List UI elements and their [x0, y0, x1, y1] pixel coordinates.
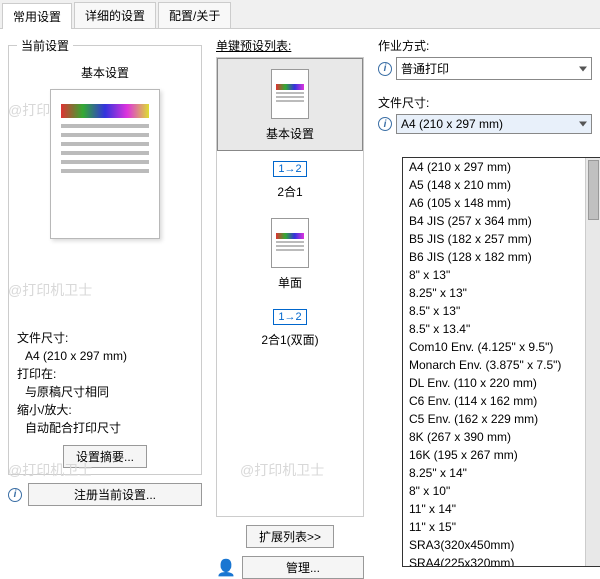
size-option[interactable]: 8.25" x 13" [403, 284, 600, 302]
tab-detail[interactable]: 详细的设置 [74, 2, 156, 28]
summary-button[interactable]: 设置摘要... [63, 445, 147, 468]
panel-current-settings: 当前设置 基本设置 文件尺寸: A4 (210 x 297 mm) 打印在: 与… [0, 29, 210, 561]
filesize-select[interactable]: A4 (210 x 297 mm) [396, 114, 592, 134]
preview-title: 基本设置 [17, 64, 193, 81]
preset-item-2in1[interactable]: 1→2 2合1 [217, 151, 363, 208]
tab-common[interactable]: 常用设置 [2, 3, 72, 29]
badge-1to2-icon: 1→2 [273, 309, 306, 325]
size-option[interactable]: B4 JIS (257 x 364 mm) [403, 212, 600, 230]
size-option[interactable]: C6 Env. (114 x 162 mm) [403, 392, 600, 410]
tab-bar: 常用设置 详细的设置 配置/关于 [0, 0, 600, 29]
preset-item-single[interactable]: 单面 [217, 208, 363, 299]
size-option[interactable]: A6 (105 x 148 mm) [403, 194, 600, 212]
size-option[interactable]: 11" x 14" [403, 500, 600, 518]
page-preview [50, 89, 160, 239]
manage-button[interactable]: 管理... [242, 556, 364, 579]
filesize-dropdown[interactable]: A4 (210 x 297 mm)A5 (148 x 210 mm)A6 (10… [402, 157, 600, 567]
size-option[interactable]: A5 (148 x 210 mm) [403, 176, 600, 194]
size-option[interactable]: 16K (195 x 267 mm) [403, 446, 600, 464]
size-option[interactable]: 8.5" x 13.4" [403, 320, 600, 338]
size-option[interactable]: 8" x 13" [403, 266, 600, 284]
info-icon[interactable]: i [378, 117, 392, 131]
size-option[interactable]: 8K (267 x 390 mm) [403, 428, 600, 446]
size-option[interactable]: 8" x 10" [403, 482, 600, 500]
expand-list-button[interactable]: 扩展列表>> [246, 525, 334, 548]
register-settings-button[interactable]: 注册当前设置... [28, 483, 202, 506]
settings-info: 文件尺寸: A4 (210 x 297 mm) 打印在: 与原稿尺寸相同 缩小/… [17, 329, 193, 437]
preset-item-2in1-duplex[interactable]: 1→2 2合1(双面) [217, 299, 363, 356]
size-option[interactable]: 8.25" x 14" [403, 464, 600, 482]
current-settings-legend: 当前设置 [17, 37, 73, 54]
panel-presets: 单键预设列表: 基本设置 1→2 2合1 单面 1→2 2合1(双面) 扩展列表… [210, 29, 370, 561]
size-option[interactable]: SRA4(225x320mm) [403, 554, 600, 567]
preset-item-basic[interactable]: 基本设置 [217, 58, 363, 151]
size-option[interactable]: DL Env. (110 x 220 mm) [403, 374, 600, 392]
badge-1to2-icon: 1→2 [273, 161, 306, 177]
size-option[interactable]: SRA3(320x450mm) [403, 536, 600, 554]
size-option[interactable]: Monarch Env. (3.875" x 7.5") [403, 356, 600, 374]
panel-options: 作业方式: i 普通打印 文件尺寸: i A4 (210 x 297 mm) A… [370, 29, 600, 561]
size-option[interactable]: A4 (210 x 297 mm) [403, 158, 600, 176]
filesize-label: 文件尺寸: [378, 94, 592, 111]
jobtype-label: 作业方式: [378, 37, 592, 54]
size-option[interactable]: B6 JIS (128 x 182 mm) [403, 248, 600, 266]
size-option[interactable]: Com10 Env. (4.125" x 9.5") [403, 338, 600, 356]
preset-list-label: 单键预设列表: [216, 39, 291, 53]
info-icon[interactable]: i [8, 488, 22, 502]
user-icon: 👤 [216, 558, 236, 578]
tab-about[interactable]: 配置/关于 [158, 2, 231, 28]
info-icon[interactable]: i [378, 62, 392, 76]
size-option[interactable]: C5 Env. (162 x 229 mm) [403, 410, 600, 428]
size-option[interactable]: 11" x 15" [403, 518, 600, 536]
size-option[interactable]: 8.5" x 13" [403, 302, 600, 320]
jobtype-select[interactable]: 普通打印 [396, 57, 592, 80]
preset-list[interactable]: 基本设置 1→2 2合1 单面 1→2 2合1(双面) [216, 57, 364, 517]
scrollbar[interactable] [585, 158, 600, 566]
size-option[interactable]: B5 JIS (182 x 257 mm) [403, 230, 600, 248]
